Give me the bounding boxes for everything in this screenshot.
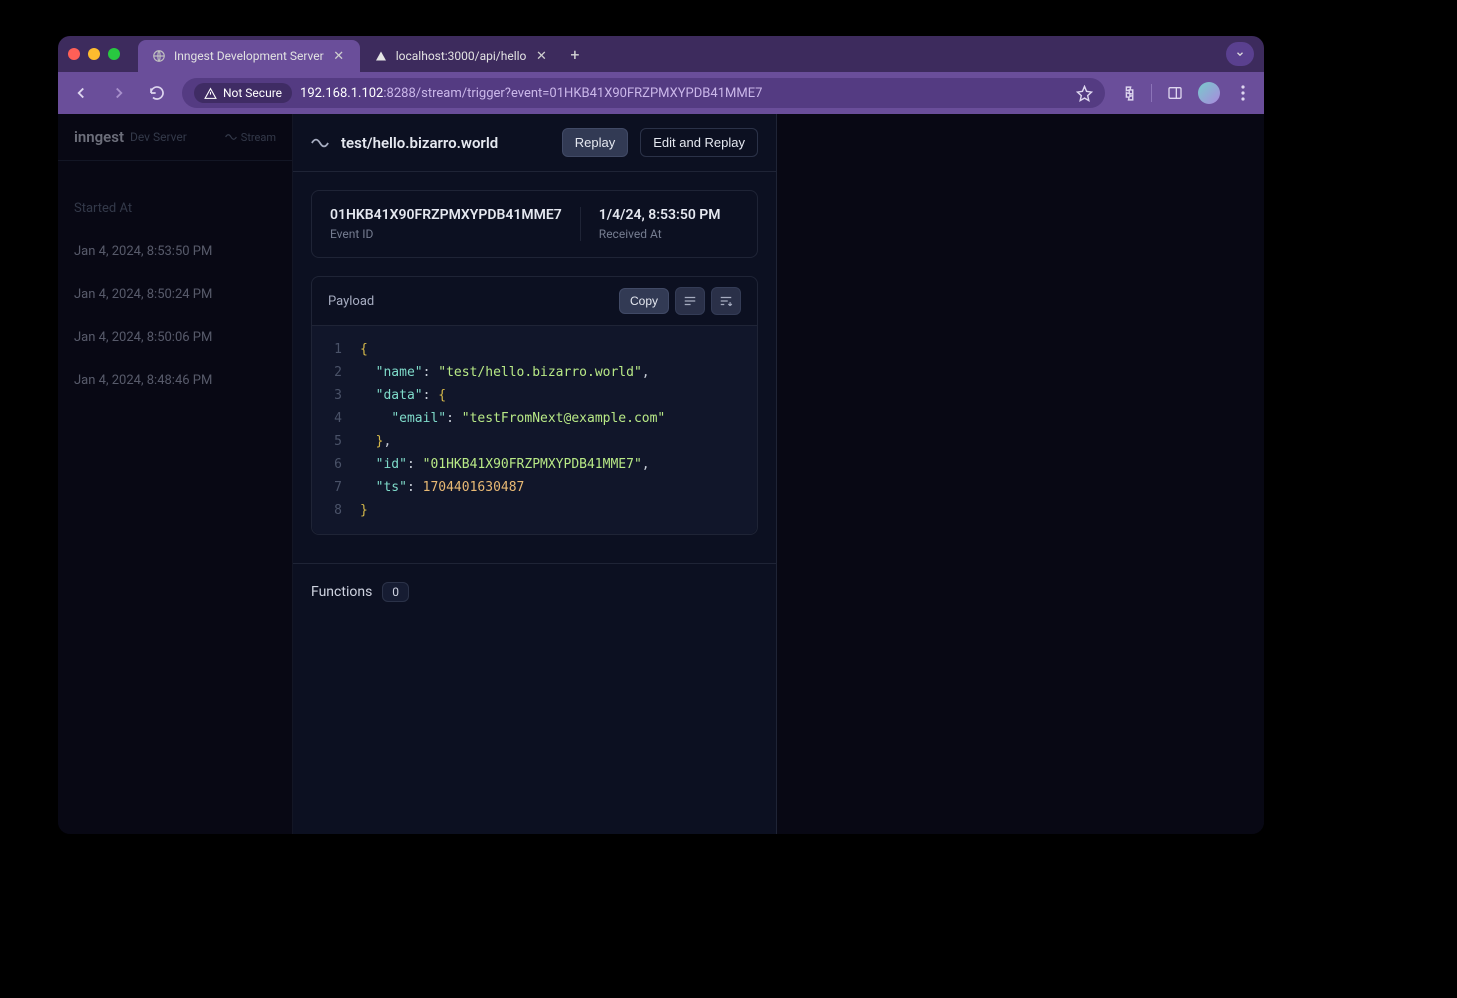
tab-title: localhost:3000/api/hello xyxy=(396,49,527,63)
payload-label: Payload xyxy=(328,294,613,309)
payload-json[interactable]: 1{2 "name": "test/hello.bizarro.world",3… xyxy=(312,326,757,534)
detail-header: test/hello.bizarro.world Replay Edit and… xyxy=(293,114,776,172)
tab-localhost[interactable]: localhost:3000/api/hello ✕ xyxy=(360,40,563,72)
back-button[interactable] xyxy=(68,80,94,106)
new-tab-button[interactable]: + xyxy=(562,45,587,64)
menu-kebab-icon[interactable] xyxy=(1232,82,1254,104)
titlebar: Inngest Development Server ✕ localhost:3… xyxy=(58,36,1264,72)
sidebar: inngest Dev Server Stream Started At Jan… xyxy=(58,114,293,834)
edit-and-replay-button[interactable]: Edit and Replay xyxy=(640,128,758,157)
stream-row[interactable]: Jan 4, 2024, 8:48:46 PM xyxy=(58,359,292,402)
functions-count: 0 xyxy=(382,582,409,602)
url-text: 192.168.1.102:8288/stream/trigger?event=… xyxy=(300,86,762,101)
close-window-button[interactable] xyxy=(68,48,80,60)
stream-row[interactable]: Jan 4, 2024, 8:50:06 PM xyxy=(58,316,292,359)
chevron-down-icon[interactable] xyxy=(1226,42,1254,66)
wrap-lines-icon[interactable] xyxy=(675,287,705,315)
maximize-window-button[interactable] xyxy=(108,48,120,60)
copy-button[interactable]: Copy xyxy=(619,288,669,314)
sidebar-header: inngest Dev Server Stream xyxy=(58,114,292,161)
bookmark-star-icon[interactable] xyxy=(1076,85,1093,102)
globe-icon xyxy=(152,49,166,63)
stream-row[interactable]: Jan 4, 2024, 8:50:24 PM xyxy=(58,273,292,316)
close-tab-icon[interactable]: ✕ xyxy=(534,49,548,63)
reload-button[interactable] xyxy=(144,80,170,106)
received-at-value: 1/4/24, 8:53:50 PM xyxy=(599,207,739,223)
browser-window: Inngest Development Server ✕ localhost:3… xyxy=(58,36,1264,834)
replay-button[interactable]: Replay xyxy=(562,128,628,157)
stream-tab[interactable]: Stream xyxy=(225,131,276,144)
event-id-value: 01HKB41X90FRZPMXYPDB41MME7 xyxy=(330,207,562,223)
sort-icon[interactable] xyxy=(711,287,741,315)
not-secure-label: Not Secure xyxy=(223,86,282,100)
profile-avatar[interactable] xyxy=(1198,82,1220,104)
app-content: inngest Dev Server Stream Started At Jan… xyxy=(58,114,1264,834)
detail-panel: test/hello.bizarro.world Replay Edit and… xyxy=(293,114,777,834)
brand-subtitle: Dev Server xyxy=(130,130,187,144)
event-icon xyxy=(311,137,329,149)
event-name: test/hello.bizarro.world xyxy=(341,134,550,152)
event-id-label: Event ID xyxy=(330,227,562,241)
event-info-card: 01HKB41X90FRZPMXYPDB41MME7 Event ID 1/4/… xyxy=(311,190,758,258)
received-at-label: Received At xyxy=(599,227,739,241)
received-at-block: 1/4/24, 8:53:50 PM Received At xyxy=(580,207,757,241)
toolbar-divider xyxy=(1151,84,1152,102)
payload-header: Payload Copy xyxy=(312,277,757,326)
tab-inngest[interactable]: Inngest Development Server ✕ xyxy=(138,40,360,72)
traffic-lights xyxy=(68,48,120,60)
stream-row[interactable]: Jan 4, 2024, 8:53:50 PM xyxy=(58,230,292,273)
event-id-block: 01HKB41X90FRZPMXYPDB41MME7 Event ID xyxy=(312,207,580,241)
right-pane xyxy=(777,114,1264,834)
brand-name: inngest xyxy=(74,128,124,146)
forward-button[interactable] xyxy=(106,80,132,106)
tab-title: Inngest Development Server xyxy=(174,49,324,63)
not-secure-badge[interactable]: Not Secure xyxy=(194,83,292,103)
started-at-header: Started At xyxy=(58,161,292,230)
payload-card: Payload Copy 1{2 "name": "test/hello.biz… xyxy=(311,276,758,535)
browser-toolbar: Not Secure 192.168.1.102:8288/stream/tri… xyxy=(58,72,1264,114)
sidepanel-icon[interactable] xyxy=(1164,82,1186,104)
minimize-window-button[interactable] xyxy=(88,48,100,60)
address-bar[interactable]: Not Secure 192.168.1.102:8288/stream/tri… xyxy=(182,78,1105,108)
triangle-icon xyxy=(374,49,388,63)
tab-strip: Inngest Development Server ✕ localhost:3… xyxy=(138,36,587,72)
close-tab-icon[interactable]: ✕ xyxy=(332,49,346,63)
extensions-icon[interactable] xyxy=(1117,82,1139,104)
functions-label: Functions xyxy=(311,584,372,600)
functions-section: Functions 0 xyxy=(293,563,776,620)
